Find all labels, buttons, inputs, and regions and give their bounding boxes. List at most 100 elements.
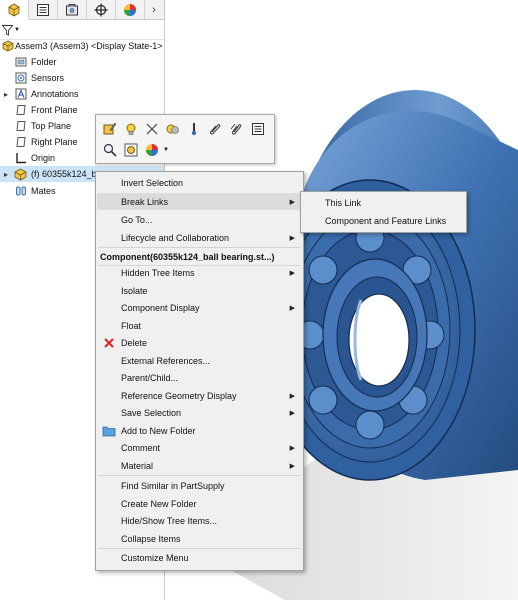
attach-button[interactable]	[206, 120, 224, 138]
magnifier-icon	[103, 143, 117, 157]
context-toolbar: ▼	[95, 114, 275, 164]
zoom-to-selection-button[interactable]	[101, 141, 119, 159]
pin-icon	[191, 123, 197, 136]
edit-part-button[interactable]	[101, 120, 119, 138]
suppress-button[interactable]	[143, 120, 161, 138]
context-menu: Invert Selection Break Links ▶ Go To... …	[95, 171, 304, 571]
tree-item-sensors[interactable]: Sensors	[0, 70, 164, 86]
tree-item-label: (f) 60355k124_ba	[31, 169, 102, 179]
menu-item-invert-selection[interactable]: Invert Selection	[97, 174, 302, 191]
menu-item-isolate[interactable]: Isolate	[97, 282, 302, 299]
chevron-down-icon: ▼	[163, 147, 169, 153]
appearance-button[interactable]	[143, 141, 161, 159]
submenu-arrow-icon: ▶	[289, 409, 295, 417]
submenu-arrow-icon: ▶	[289, 304, 295, 312]
expand-arrow-icon[interactable]: ▸	[2, 90, 10, 99]
submenu-arrow-icon: ▶	[289, 198, 295, 206]
tree-item-folder[interactable]: Folder	[0, 54, 164, 70]
hide-show-button[interactable]	[122, 120, 140, 138]
menu-item-add-to-new-folder[interactable]: Add to New Folder	[97, 422, 302, 439]
appearance-dropdown[interactable]: ▼	[161, 141, 171, 159]
submenu-arrow-icon: ▶	[289, 234, 295, 242]
fix-component-button[interactable]	[185, 120, 203, 138]
menu-separator	[98, 475, 301, 476]
menu-item-delete[interactable]: Delete	[97, 334, 302, 351]
filter-icon	[2, 24, 13, 36]
plane-icon	[14, 104, 27, 117]
panel-tab-bar: ›	[0, 0, 164, 20]
property-icon	[37, 3, 49, 16]
open-part-button[interactable]	[122, 141, 140, 159]
menu-item-material[interactable]: Material ▶	[97, 457, 302, 474]
expand-arrow-icon[interactable]: ▸	[2, 170, 10, 179]
tree-item-label: Front Plane	[31, 105, 78, 115]
menu-item-float[interactable]: Float	[97, 317, 302, 334]
sensors-icon	[14, 72, 27, 85]
config-icon	[66, 3, 78, 15]
menu-item-parent-child[interactable]: Parent/Child...	[97, 369, 302, 386]
tree-item-label: Top Plane	[31, 121, 72, 131]
menu-item-external-references[interactable]: External References...	[97, 352, 302, 369]
assembly-icon	[1, 40, 14, 53]
plane-icon	[14, 136, 27, 149]
plane-icon	[14, 120, 27, 133]
transparency-icon	[166, 124, 179, 134]
propertymanager-tab[interactable]	[29, 0, 58, 19]
origin-icon	[14, 152, 27, 165]
tree-item-label: Annotations	[31, 89, 79, 99]
dimxpert-tab[interactable]	[87, 0, 116, 19]
paperclip-icon	[209, 124, 221, 135]
assembly-icon	[8, 3, 20, 16]
crosshair-icon	[94, 3, 108, 16]
tree-item-label: Origin	[31, 153, 56, 163]
tab-overflow-arrow[interactable]: ›	[146, 0, 162, 19]
configurationmanager-tab[interactable]	[58, 0, 87, 19]
menu-item-customize-menu[interactable]: Customize Menu	[97, 549, 302, 566]
menu-item-create-new-folder[interactable]: Create New Folder	[97, 495, 302, 512]
tree-item-label: Sensors	[31, 73, 65, 83]
menu-section-header: Component(60355k124_ball bearing.st...)	[100, 251, 275, 262]
featuremanager-tab[interactable]	[0, 0, 29, 20]
menu-item-save-selection[interactable]: Save Selection ▶	[97, 404, 302, 421]
link-icon	[230, 123, 242, 135]
submenu-arrow-icon: ▶	[289, 462, 295, 470]
menu-item-comment[interactable]: Comment ▶	[97, 439, 302, 456]
chevron-down-icon: ▼	[14, 27, 20, 33]
submenu-item-component-and-feature-links[interactable]: Component and Feature Links	[302, 212, 465, 229]
edit-part-icon	[103, 122, 117, 135]
appearance-icon	[146, 144, 158, 156]
submenu-arrow-icon: ▶	[289, 392, 295, 400]
submenu-arrow-icon: ▶	[289, 269, 295, 277]
menu-item-find-similar[interactable]: Find Similar in PartSupply	[97, 477, 302, 494]
properties-button[interactable]	[249, 120, 267, 138]
folder-icon	[14, 56, 27, 69]
tree-root-assembly[interactable]: Assem3 (Assem3) <Display State-1>	[0, 38, 164, 54]
part-icon	[14, 168, 27, 181]
menu-item-hide-show-tree-items[interactable]: Hide/Show Tree Items...	[97, 512, 302, 529]
submenu-item-this-link[interactable]: This Link	[302, 194, 465, 211]
menu-item-collapse-items[interactable]: Collapse Items	[97, 530, 302, 547]
lightbulb-icon	[126, 123, 136, 135]
annotations-icon	[14, 88, 27, 101]
list-icon	[252, 123, 264, 135]
appearance-icon	[124, 3, 136, 16]
display-manager-tab[interactable]	[116, 0, 145, 19]
break-links-submenu: This Link Component and Feature Links	[300, 191, 467, 233]
submenu-arrow-icon: ▶	[289, 444, 295, 452]
suppress-icon	[146, 123, 158, 135]
delete-icon	[102, 336, 116, 350]
folder-icon	[102, 424, 116, 438]
menu-item-break-links[interactable]: Break Links ▶	[97, 193, 302, 210]
tree-item-label: Right Plane	[31, 137, 78, 147]
menu-item-lifecycle[interactable]: Lifecycle and Collaboration ▶	[97, 229, 302, 246]
menu-item-hidden-tree-items[interactable]: Hidden Tree Items ▶	[97, 264, 302, 281]
menu-item-go-to[interactable]: Go To...	[97, 211, 302, 228]
link-button[interactable]	[227, 120, 245, 138]
make-transparent-button[interactable]	[164, 120, 182, 138]
menu-item-reference-geometry-display[interactable]: Reference Geometry Display ▶	[97, 387, 302, 404]
tree-item-label: Mates	[31, 186, 56, 196]
tree-item-label: Folder	[31, 57, 57, 67]
tree-item-annotations[interactable]: ▸ Annotations	[0, 86, 164, 102]
menu-item-component-display[interactable]: Component Display ▶	[97, 299, 302, 316]
tree-filter-button[interactable]: ▼	[2, 23, 20, 37]
